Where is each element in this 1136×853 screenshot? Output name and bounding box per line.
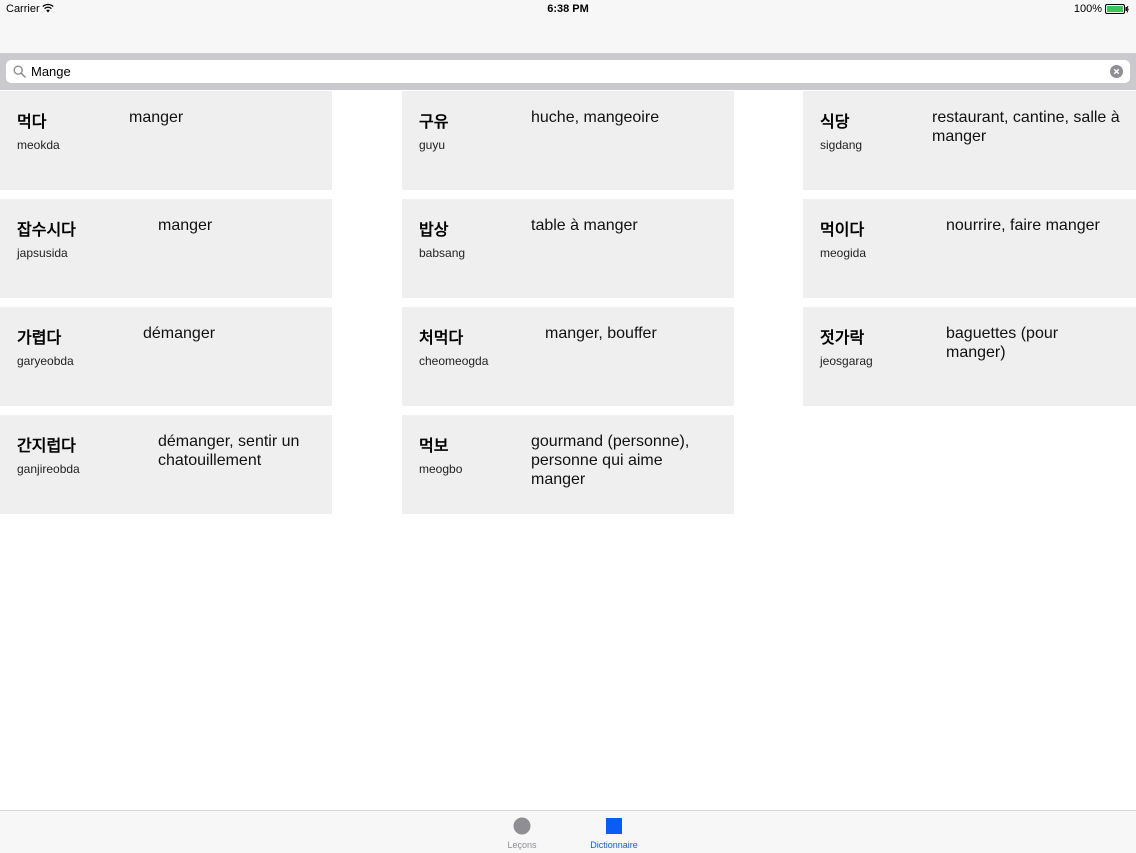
korean-word: 먹다 — [17, 114, 47, 131]
french-translation: gourmand (personne), personne qui aime m… — [531, 433, 690, 488]
french-translation: nourrire, faire manger — [946, 217, 1100, 234]
search-bar[interactable] — [6, 60, 1130, 83]
romanization: meogida — [820, 246, 867, 260]
status-time: 6:38 PM — [547, 3, 589, 15]
tab-label: Dictionnaire — [590, 840, 638, 850]
romanization: ganjireobda — [17, 462, 80, 476]
korean-word: 식당 — [820, 114, 850, 131]
result-card[interactable]: 가렵다 garyeobda démanger — [0, 307, 332, 406]
tab-lecons[interactable]: Leçons — [482, 811, 562, 853]
french-translation: démanger — [143, 325, 216, 342]
result-card[interactable]: 잡수시다 japsusida manger — [0, 199, 332, 298]
result-card[interactable]: 먹보 meogbo gourmand (personne), personne … — [402, 415, 734, 514]
circle-icon — [513, 817, 531, 835]
romanization: garyeobda — [17, 354, 74, 368]
tab-dictionnaire[interactable]: Dictionnaire — [574, 811, 654, 853]
romanization: sigdang — [820, 138, 863, 152]
battery-percent: 100% — [1073, 3, 1102, 15]
tab-bar: Leçons Dictionnaire — [0, 810, 1136, 853]
korean-word: 구유 — [419, 114, 449, 131]
korean-word: 먹보 — [419, 438, 449, 455]
french-translation: manger — [129, 109, 184, 126]
battery-icon — [1105, 4, 1129, 14]
french-translation: manger, bouffer — [545, 325, 657, 342]
square-icon — [606, 818, 622, 834]
result-card[interactable]: 처먹다 cheomeogda manger, bouffer — [402, 307, 734, 406]
result-card[interactable]: 먹이다 meogida nourrire, faire manger — [803, 199, 1136, 298]
navigation-bar — [0, 18, 1136, 53]
romanization: cheomeogda — [419, 354, 489, 368]
search-bar-container — [0, 53, 1136, 90]
tab-label: Leçons — [507, 840, 537, 850]
french-translation: table à manger — [531, 217, 638, 234]
search-input[interactable] — [31, 60, 1101, 83]
result-card[interactable]: 식당 sigdang restaurant, cantine, salle à … — [803, 91, 1136, 190]
french-translation: démanger, sentir un chatouillement — [158, 433, 300, 469]
status-bar: Carrier 6:38 PM 100% — [0, 0, 1136, 18]
romanization: babsang — [419, 246, 466, 260]
french-translation: huche, mangeoire — [531, 109, 660, 126]
search-icon — [13, 65, 26, 78]
romanization: guyu — [419, 138, 446, 152]
romanization: jeosgarag — [820, 354, 873, 368]
korean-word: 밥상 — [419, 222, 449, 239]
korean-word: 처먹다 — [419, 330, 464, 347]
romanization: meogbo — [419, 462, 463, 476]
romanization: meokda — [17, 138, 60, 152]
korean-word: 먹이다 — [820, 222, 865, 239]
korean-word: 가렵다 — [17, 330, 62, 347]
french-translation: restaurant, cantine, salle à manger — [932, 109, 1120, 145]
korean-word: 잡수시다 — [17, 222, 76, 239]
result-card[interactable]: 먹다 meokda manger — [0, 91, 332, 190]
korean-word: 간지럽다 — [17, 438, 76, 455]
result-card[interactable]: 구유 guyu huche, mangeoire — [402, 91, 734, 190]
result-card[interactable]: 젓가락 jeosgarag baguettes (pour manger) — [803, 307, 1136, 406]
clear-icon[interactable] — [1110, 65, 1123, 78]
korean-word: 젓가락 — [820, 330, 865, 347]
result-card[interactable]: 밥상 babsang table à manger — [402, 199, 734, 298]
romanization: japsusida — [17, 246, 68, 260]
french-translation: baguettes (pour manger) — [946, 325, 1059, 361]
result-card[interactable]: 간지럽다 ganjireobda démanger, sentir un cha… — [0, 415, 332, 514]
french-translation: manger — [158, 217, 213, 234]
